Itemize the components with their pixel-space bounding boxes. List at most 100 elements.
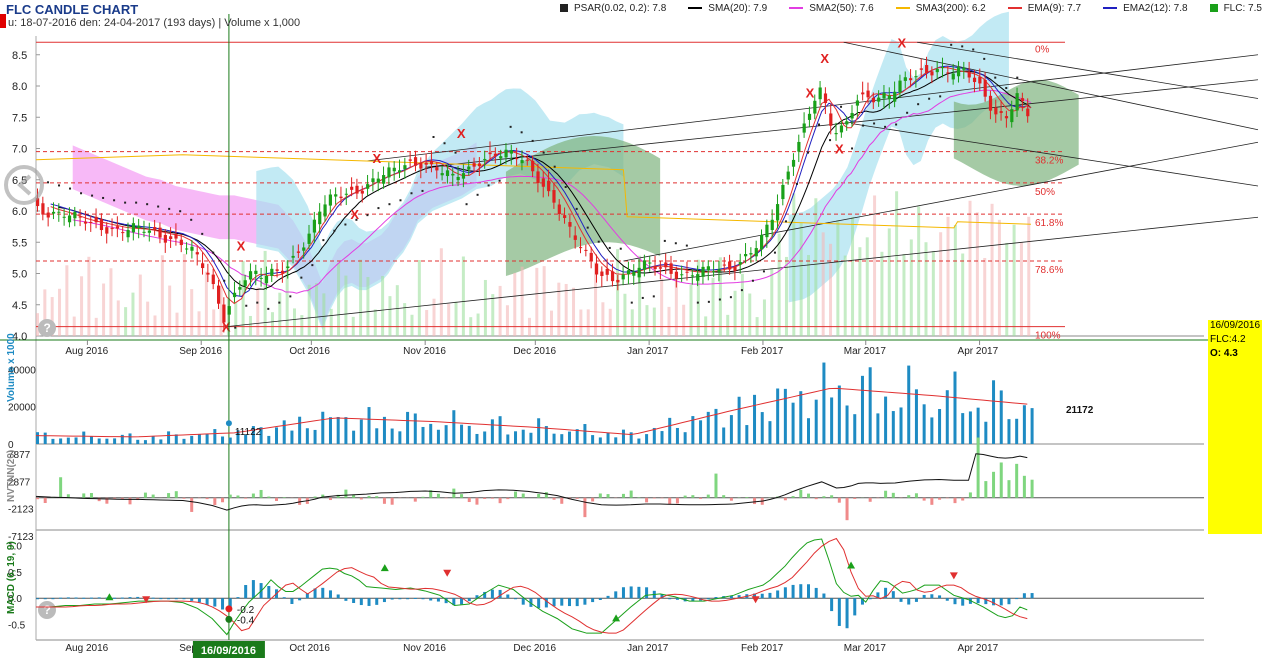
macd-crosshair-value: -0.2 [237,605,255,616]
macd-histogram-bar [120,597,124,599]
bg-volume-bar [124,307,128,336]
volume-bar [467,425,471,444]
candle-body [728,261,732,270]
macd-histogram-bar [853,598,857,616]
macd-histogram-bar [421,598,425,600]
macd-histogram-bar [675,598,679,600]
date-axis-label-bottom: Oct 2016 [289,643,330,654]
nvtnn-bar [668,497,672,505]
nvtnn-bar [884,490,888,498]
bg-volume-bar [65,265,69,336]
volume-bar [136,439,140,444]
candle-body [1026,108,1030,117]
candle-body [626,270,631,275]
bg-volume-bar [902,254,906,336]
psar-dot [762,270,765,273]
psar-dot [586,226,589,229]
candle-body [754,248,758,257]
macd-histogram-bar [352,598,356,603]
nvtnn-bar [976,437,980,498]
volume-bar [321,411,325,444]
candle-body [41,203,45,215]
candle-body [610,271,615,282]
candle-body [706,266,710,271]
candle-body [978,76,982,84]
bg-volume-bar [939,232,943,336]
candle-body [903,77,907,81]
legend-item: FLC: 7.50 [1209,3,1262,14]
macd-histogram-bar [807,584,810,599]
volume-bar [552,433,556,444]
macd-histogram-bar [961,598,965,606]
chart-root: 4.0 4.5 5.0 5.5 6.0 6.5 7.0 7.5 8.0 8.5 0% 38.2% 50%… [0,0,1262,658]
legend-label: FLC: 7.50 [1223,3,1262,14]
macd-histogram-bar [614,591,618,599]
psar-dot [454,151,457,154]
macd-histogram-bar [382,598,386,603]
volume-bar [891,411,895,444]
psar-dot [928,97,931,100]
bg-volume-bar [190,289,194,336]
bg-volume-bar [836,220,840,336]
psar-dot [201,232,204,235]
psar-dot [520,131,523,134]
candle-body [738,262,742,265]
candle-body [850,113,854,119]
bg-volume-bar [307,284,311,336]
volume-bar [830,397,834,444]
volume-bar [290,430,294,444]
bg-volume-bar [153,315,157,336]
macd-signal-line [36,537,1028,634]
legend-item: EMA2(12): 7.8 [1103,3,1188,14]
nvtnn-bar [375,496,379,498]
candle-body [552,190,556,203]
bg-volume-bar [873,195,877,336]
candle-body [350,186,354,190]
psar-dot [608,246,611,249]
volume-bar [328,417,332,444]
volume-bar [490,419,494,444]
bg-volume-bar [777,233,781,336]
macd-histogram-bar [213,598,217,607]
nvtnn-bar [328,497,332,501]
candle-body [201,263,205,269]
macd-histogram-bar [768,592,772,599]
psar-dot [674,242,677,245]
nvtnn-axis-title: NVTNN(20) [6,450,17,502]
psar-dot [862,124,865,127]
volume-bar [452,410,456,444]
nvtnn-bar [1030,479,1034,498]
candle-body [115,226,120,229]
volume-bar [583,424,587,444]
candle-body [653,266,657,270]
bg-volume-bar [895,191,899,336]
bg-volume-bar [924,242,928,336]
candle-body [286,266,290,268]
price-tick-label: 8.0 [12,81,27,93]
volume-bar [591,435,595,444]
nvtnn-bar [251,493,255,498]
macd-histogram-bar [560,598,564,606]
nvtnn-bar [907,495,911,498]
psar-dot [509,125,512,128]
macd-histogram-bar [814,587,818,599]
candle-body [328,194,332,206]
bg-volume-bar [359,259,363,336]
nvtnn-bar [506,497,510,500]
candle-body [845,121,849,125]
candle-body [456,176,460,181]
candle-body [232,292,237,298]
volume-bar [930,417,934,444]
bg-volume-bar [733,290,737,336]
volume-bar [799,391,803,444]
volume-bar [105,438,109,444]
candle-body [137,225,141,228]
volume-bar [282,420,286,444]
candle-body [493,153,498,157]
macd-histogram-bar [436,598,440,602]
volume-bar [43,432,47,444]
bg-volume-bar [946,216,950,336]
macd-histogram-bar [922,594,926,599]
volume-bar [907,365,911,444]
bg-volume-bar [454,301,458,336]
